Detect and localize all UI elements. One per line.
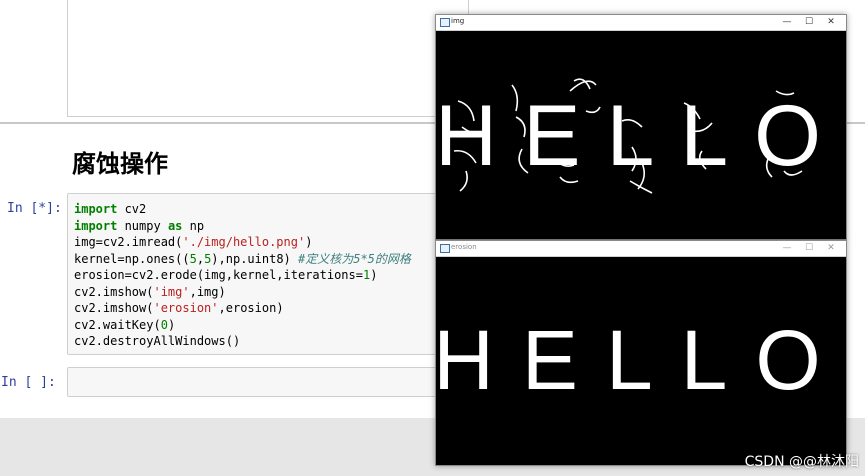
code-line: cv2.waitKey(0) [74,317,176,332]
code-line: kernel=np.ones((5,5),np.uint8) #定义核为5*5的… [74,251,411,266]
code-line: import cv2 [74,202,147,216]
window-app-icon [440,18,450,27]
code-line: cv2.destroyAllWindows() [74,334,241,348]
code-line: cv2.imshow('erosion',erosion) [74,301,284,315]
code-line: erosion=cv2.erode(img,kernel,iterations=… [74,268,378,282]
code-line: cv2.imshow('img',img) [74,284,226,299]
erosion-canvas: HELLO [436,257,846,465]
close-icon[interactable]: ✕ [820,241,842,256]
window-title: img [451,17,465,25]
img-window[interactable]: img — ☐ ✕ HELLO [435,14,847,240]
watermark: CSDN @@林沐阳 [744,454,859,470]
maximize-icon[interactable]: ☐ [798,15,820,30]
close-icon[interactable]: ✕ [820,15,842,30]
hello-text-noisy: HELLO [436,88,846,184]
minimize-icon[interactable]: — [776,15,798,30]
hello-text-clean: HELLO [436,313,846,407]
code-line: img=cv2.imread('./img/hello.png') [74,235,313,249]
window-app-icon [440,244,450,253]
minimize-icon[interactable]: — [776,241,798,256]
cell-prompt-empty: In [ ]: [1,375,56,390]
code-line: import numpy as np [74,218,205,233]
cell-prompt: In [*]: [7,201,62,216]
previous-cell-output [67,0,469,117]
code-cell[interactable]: import cv2 import numpy as np img=cv2.imre… [67,193,459,355]
window-titlebar[interactable]: erosion — ☐ ✕ [436,241,846,257]
maximize-icon[interactable]: ☐ [798,241,820,256]
erosion-window[interactable]: erosion — ☐ ✕ HELLO [435,240,847,466]
window-titlebar[interactable]: img — ☐ ✕ [436,15,846,31]
window-title: erosion [451,243,477,251]
empty-code-cell[interactable] [67,367,459,397]
img-canvas: HELLO [436,31,846,239]
markdown-heading: 腐蚀操作 [72,150,168,178]
code-editor[interactable]: import cv2 import numpy as np img=cv2.imre… [68,194,458,350]
